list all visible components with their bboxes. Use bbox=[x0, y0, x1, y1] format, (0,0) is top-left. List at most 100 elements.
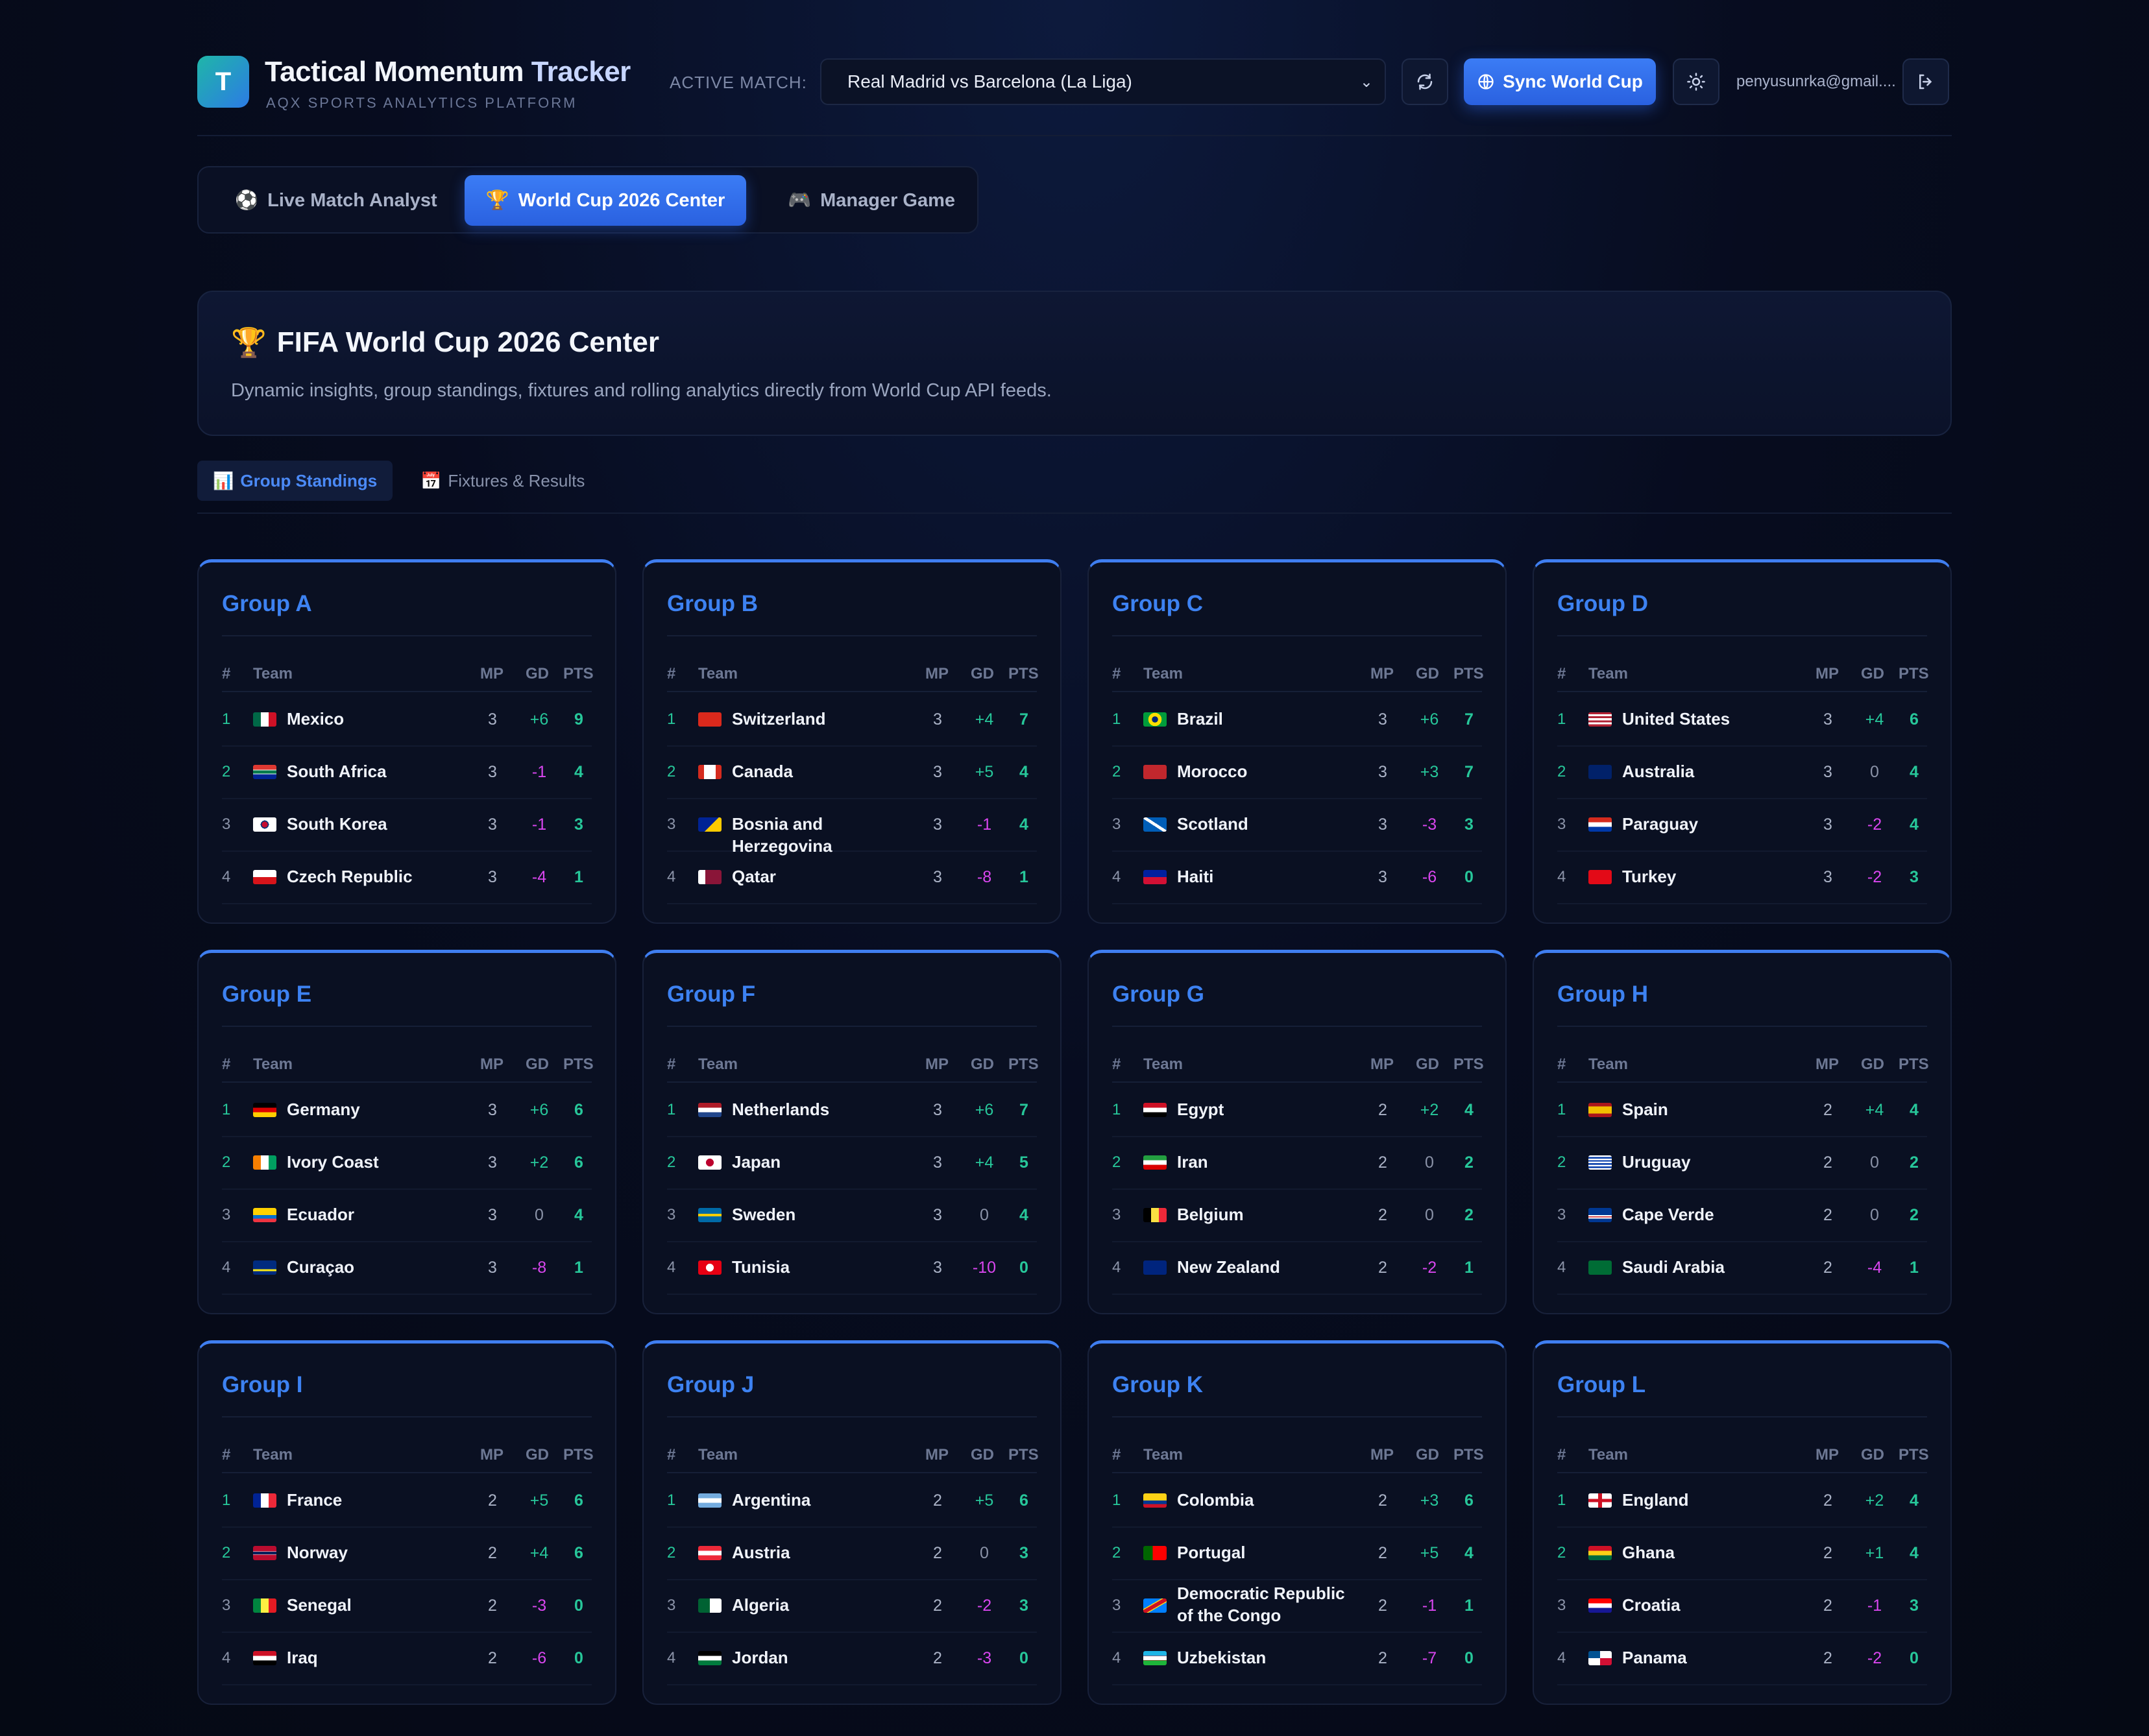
column-header-rank: # bbox=[1557, 1055, 1566, 1073]
world-cup-hero-panel: 🏆 FIFA World Cup 2026 Center Dynamic ins… bbox=[197, 291, 1952, 436]
divider bbox=[667, 1081, 1037, 1083]
table-row[interactable]: 3 Belgium 2 0 2 bbox=[1112, 1189, 1482, 1242]
column-header-mp: MP bbox=[480, 1446, 504, 1464]
divider bbox=[667, 1416, 1037, 1417]
theme-toggle-button[interactable] bbox=[1673, 58, 1719, 105]
table-row[interactable]: 2 Japan 3 +4 5 bbox=[667, 1137, 1037, 1190]
table-row[interactable]: 1 Egypt 2 +2 4 bbox=[1112, 1084, 1482, 1137]
table-row[interactable]: 4 Curaçao 3 -8 1 bbox=[222, 1242, 592, 1295]
tab-world-cup-2026-center[interactable]: 🏆 World Cup 2026 Center bbox=[465, 175, 746, 226]
table-row[interactable]: 1 Brazil 3 +6 7 bbox=[1112, 693, 1482, 747]
group-title: Group B bbox=[667, 591, 758, 616]
team-rank: 2 bbox=[1557, 1153, 1566, 1171]
divider bbox=[1557, 635, 1927, 636]
table-row[interactable]: 1 Germany 3 +6 6 bbox=[222, 1084, 592, 1137]
table-row[interactable]: 4 Turkey 3 -2 3 bbox=[1557, 851, 1927, 904]
table-row[interactable]: 4 Panama 2 -2 0 bbox=[1557, 1632, 1927, 1685]
table-header: # Team MP GD PTS bbox=[222, 1441, 594, 1467]
goal-difference: -1 bbox=[1867, 1597, 1882, 1615]
divider bbox=[1557, 1416, 1927, 1417]
points: 0 bbox=[574, 1649, 583, 1667]
table-row[interactable]: 3 Ecuador 3 0 4 bbox=[222, 1189, 592, 1242]
table-row[interactable]: 3 Democratic Republic of the Congo 2 -1 1 bbox=[1112, 1580, 1482, 1633]
table-row[interactable]: 2 Australia 3 0 4 bbox=[1557, 746, 1927, 799]
column-header-rank: # bbox=[222, 665, 231, 682]
table-row[interactable]: 3 Cape Verde 2 0 2 bbox=[1557, 1189, 1927, 1242]
sync-world-cup-button[interactable]: Sync World Cup bbox=[1464, 58, 1656, 105]
table-row[interactable]: 2 Norway 2 +4 6 bbox=[222, 1527, 592, 1580]
divider bbox=[222, 1416, 592, 1417]
table-row[interactable]: 1 United States 3 +4 6 bbox=[1557, 693, 1927, 747]
table-row[interactable]: 3 South Korea 3 -1 3 bbox=[222, 799, 592, 852]
points: 4 bbox=[574, 763, 583, 781]
group-card: Group K # Team MP GD PTS 1 Colombia 2 +3 6 2 Portuga… bbox=[1087, 1340, 1507, 1705]
table-row[interactable]: 2 Portugal 2 +5 4 bbox=[1112, 1527, 1482, 1580]
table-row[interactable]: 2 Austria 2 0 3 bbox=[667, 1527, 1037, 1580]
column-header-gd: GD bbox=[526, 665, 549, 682]
tab-group-standings[interactable]: 📊 Group Standings bbox=[197, 461, 393, 501]
tab-live-match-analyst[interactable]: ⚽ Live Match Analyst bbox=[235, 175, 437, 226]
team-name: South Africa bbox=[287, 762, 387, 781]
divider bbox=[1557, 1026, 1927, 1027]
haiti-flag-icon bbox=[1143, 870, 1167, 884]
table-row[interactable]: 4 Saudi Arabia 2 -4 1 bbox=[1557, 1242, 1927, 1295]
refresh-button[interactable] bbox=[1402, 58, 1448, 105]
column-header-pts: PTS bbox=[1899, 1446, 1929, 1464]
table-row[interactable]: 3 Bosnia and Herzegovina 3 -1 4 bbox=[667, 799, 1037, 856]
team-rank: 3 bbox=[222, 1597, 231, 1614]
goal-difference: -8 bbox=[977, 868, 992, 886]
table-row[interactable]: 1 England 2 +2 4 bbox=[1557, 1475, 1927, 1528]
column-header-pts: PTS bbox=[1453, 1055, 1484, 1073]
table-row[interactable]: 3 Sweden 3 0 4 bbox=[667, 1189, 1037, 1242]
table-row[interactable]: 4 Qatar 3 -8 1 bbox=[667, 851, 1037, 904]
table-row[interactable]: 2 Canada 3 +5 4 bbox=[667, 746, 1037, 799]
active-match-select[interactable]: Real Madrid vs Barcelona (La Liga) ⌄ bbox=[820, 58, 1386, 105]
table-row[interactable]: 1 Argentina 2 +5 6 bbox=[667, 1475, 1037, 1528]
column-header-rank: # bbox=[1557, 665, 1566, 682]
table-row[interactable]: 3 Scotland 3 -3 3 bbox=[1112, 799, 1482, 852]
top-header: T Tactical Momentum Tracker AQX SPORTS A… bbox=[197, 0, 1952, 136]
team-name: New Zealand bbox=[1177, 1257, 1280, 1277]
table-row[interactable]: 1 Mexico 3 +6 9 bbox=[222, 693, 592, 747]
points: 5 bbox=[1019, 1153, 1028, 1172]
points: 1 bbox=[574, 1259, 583, 1277]
column-header-rank: # bbox=[667, 665, 676, 682]
france-flag-icon bbox=[253, 1493, 276, 1508]
table-row[interactable]: 2 Iran 2 0 2 bbox=[1112, 1137, 1482, 1190]
table-row[interactable]: 4 Uzbekistan 2 -7 0 bbox=[1112, 1632, 1482, 1685]
table-row[interactable]: 2 Ivory Coast 3 +2 6 bbox=[222, 1137, 592, 1190]
table-row[interactable]: 4 Tunisia 3 -10 0 bbox=[667, 1242, 1037, 1295]
group-card: Group G # Team MP GD PTS 1 Egypt 2 +2 4 2 Iran 2 0 2 3 Be… bbox=[1087, 950, 1507, 1314]
qatar-flag-icon bbox=[698, 870, 722, 884]
table-row[interactable]: 1 Colombia 2 +3 6 bbox=[1112, 1475, 1482, 1528]
table-row[interactable]: 2 Uruguay 2 0 2 bbox=[1557, 1137, 1927, 1190]
table-row[interactable]: 3 Croatia 2 -1 3 bbox=[1557, 1580, 1927, 1633]
table-row[interactable]: 2 South Africa 3 -1 4 bbox=[222, 746, 592, 799]
team-name: United States bbox=[1622, 709, 1730, 729]
matches-played: 3 bbox=[933, 815, 942, 834]
tab-fixtures-results[interactable]: 📅 Fixtures & Results bbox=[420, 461, 585, 501]
table-row[interactable]: 4 Iraq 2 -6 0 bbox=[222, 1632, 592, 1685]
table-row[interactable]: 3 Paraguay 3 -2 4 bbox=[1557, 799, 1927, 852]
table-row[interactable]: 4 Czech Republic 3 -4 1 bbox=[222, 851, 592, 904]
column-header-mp: MP bbox=[1815, 1055, 1839, 1073]
table-row[interactable]: 2 Morocco 3 +3 7 bbox=[1112, 746, 1482, 799]
table-row[interactable]: 1 Switzerland 3 +4 7 bbox=[667, 693, 1037, 747]
table-row[interactable]: 4 New Zealand 2 -2 1 bbox=[1112, 1242, 1482, 1295]
team-rank: 2 bbox=[222, 1153, 231, 1171]
table-row[interactable]: 1 Netherlands 3 +6 7 bbox=[667, 1084, 1037, 1137]
points: 0 bbox=[1910, 1649, 1919, 1667]
table-row[interactable]: 1 France 2 +5 6 bbox=[222, 1475, 592, 1528]
table-row[interactable]: 3 Algeria 2 -2 3 bbox=[667, 1580, 1037, 1633]
matches-played: 2 bbox=[1823, 1153, 1832, 1172]
table-row[interactable]: 3 Senegal 2 -3 0 bbox=[222, 1580, 592, 1633]
team-name: Ivory Coast bbox=[287, 1152, 379, 1172]
column-header-mp: MP bbox=[1370, 665, 1394, 682]
app-subtitle: AQX SPORTS ANALYTICS PLATFORM bbox=[266, 95, 577, 111]
table-row[interactable]: 4 Jordan 2 -3 0 bbox=[667, 1632, 1037, 1685]
logout-button[interactable] bbox=[1902, 58, 1949, 105]
tab-manager-game[interactable]: 🎮 Manager Game bbox=[788, 175, 955, 226]
table-row[interactable]: 4 Haiti 3 -6 0 bbox=[1112, 851, 1482, 904]
table-row[interactable]: 2 Ghana 2 +1 4 bbox=[1557, 1527, 1927, 1580]
table-row[interactable]: 1 Spain 2 +4 4 bbox=[1557, 1084, 1927, 1137]
